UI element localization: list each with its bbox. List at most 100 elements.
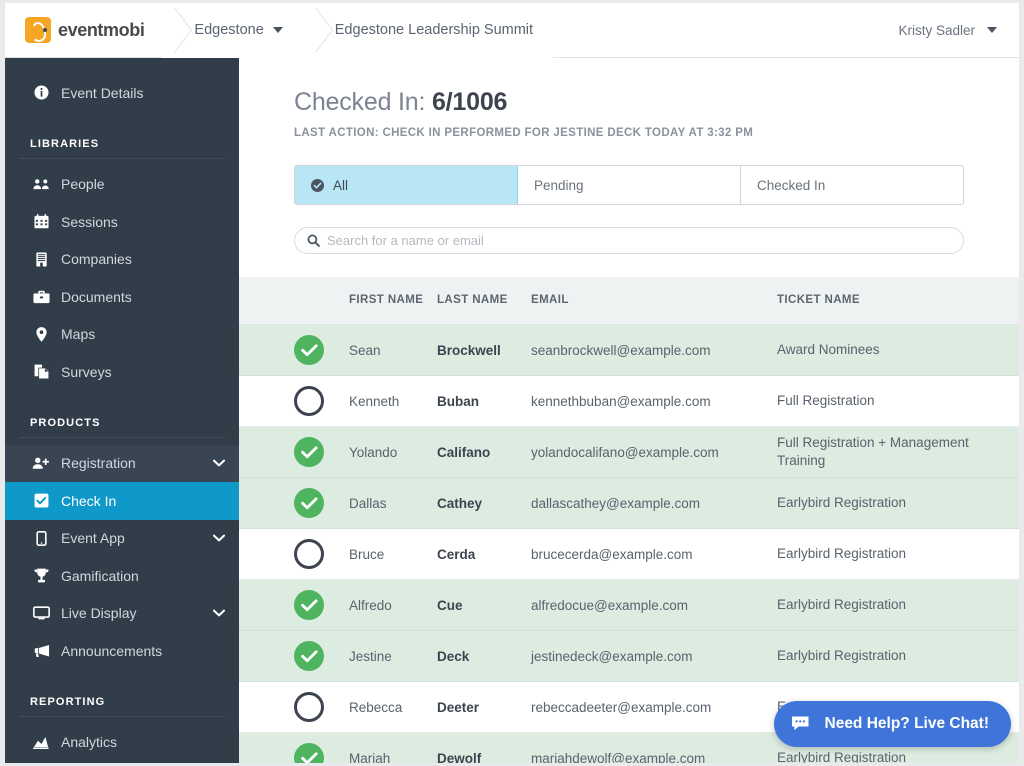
chevron-down-icon [272, 27, 283, 33]
tab-all-label: All [333, 177, 349, 193]
live-chat-label: Need Help? Live Chat! [824, 715, 990, 732]
table-row[interactable]: Kenneth Buban kennethbuban@example.com Full… [239, 376, 1019, 427]
cell-email: rebeccadeeter@example.com [531, 699, 712, 715]
status-checked-in-icon[interactable] [239, 488, 349, 518]
sidebar-item-label: Check In [61, 492, 117, 509]
sidebar-item-label: Sessions [61, 213, 118, 230]
chevron-down-icon[interactable] [213, 609, 225, 617]
sidebar-section-reporting-heading: REPORTING [30, 695, 106, 708]
sidebar-item-label: Analytics [61, 734, 118, 751]
cell-first-name: Kenneth [349, 393, 400, 409]
cell-last-name: Deck [437, 648, 470, 664]
table-row[interactable]: Jestine Deck jestinedeck@example.com Earlyb… [239, 631, 1019, 682]
sidebar-navigation: Event Details LIBRARIES People Sessions [5, 58, 239, 763]
sidebar-item-label: Event App [61, 530, 125, 547]
table-row[interactable]: Sean Brockwell seanbrockwell@example.com Aw… [239, 325, 1019, 376]
cell-last-name: Dewolf [437, 750, 482, 764]
sidebar-item-live-display[interactable]: Live Display [5, 595, 239, 633]
cell-email: kennethbuban@example.com [531, 393, 711, 409]
sidebar-item-companies[interactable]: Companies [5, 241, 239, 279]
status-checked-in-icon[interactable] [239, 437, 349, 467]
chevron-down-icon [987, 27, 997, 33]
sidebar-item-people[interactable]: People [5, 166, 239, 204]
attendee-table: FIRST NAME LAST NAME EMAIL TICKET NAME S… [239, 277, 1019, 763]
cell-email: seanbrockwell@example.com [531, 342, 711, 358]
search-bar[interactable] [294, 227, 964, 254]
sidebar-item-gamification[interactable]: Gamification [5, 557, 239, 595]
breadcrumb-organization[interactable]: Edgestone [162, 3, 303, 58]
table-row[interactable]: Bruce Cerda brucecerda@example.com Earlybir… [239, 529, 1019, 580]
chevron-down-icon[interactable] [213, 459, 225, 467]
page-title-prefix: Checked In: [294, 88, 432, 116]
sidebar-item-label: Companies [61, 251, 132, 268]
table-row[interactable]: Alfredo Cue alfredocue@example.com Earlybir… [239, 580, 1019, 631]
sidebar-item-label: Gamification [61, 567, 139, 584]
cell-ticket-name: Full Registration [777, 392, 875, 408]
cell-ticket-name: Award Nominees [777, 341, 880, 357]
cell-ticket-name: Full Registration + Management Training [777, 434, 969, 468]
map-pin-icon [30, 326, 52, 342]
cell-first-name: Rebecca [349, 699, 403, 715]
sidebar-item-registration[interactable]: Registration [5, 444, 239, 482]
table-row[interactable]: Dallas Cathey dallascathey@example.com Earl… [239, 478, 1019, 529]
status-pending-icon[interactable] [239, 539, 349, 569]
sidebar-item-check-in[interactable]: Check In [5, 482, 239, 520]
status-pending-icon[interactable] [239, 692, 349, 722]
search-icon [307, 234, 320, 247]
briefcase-icon [30, 290, 52, 304]
cell-first-name: Alfredo [349, 597, 392, 613]
last-action-text: LAST ACTION: CHECK IN PERFORMED FOR JEST… [294, 127, 754, 139]
sidebar-item-sessions[interactable]: Sessions [5, 203, 239, 241]
sidebar-divider [19, 157, 225, 159]
info-circle-icon [30, 85, 52, 100]
calendar-icon [30, 214, 52, 229]
status-checked-in-icon[interactable] [239, 590, 349, 620]
eventmobi-logo-icon [25, 17, 51, 43]
live-chat-button[interactable]: Need Help? Live Chat! [773, 701, 1011, 747]
cell-first-name: Jestine [349, 648, 392, 664]
sidebar-item-event-details[interactable]: Event Details [5, 74, 239, 112]
cell-email: jestinedeck@example.com [531, 648, 693, 664]
user-plus-icon [30, 456, 52, 470]
sidebar-item-surveys[interactable]: Surveys [5, 353, 239, 391]
cell-first-name: Bruce [349, 546, 385, 562]
cell-email: yolandocalifano@example.com [531, 444, 719, 460]
monitor-icon [30, 606, 52, 620]
cell-email: brucecerda@example.com [531, 546, 693, 562]
sidebar-item-announcements[interactable]: Announcements [5, 632, 239, 670]
sidebar-item-maps[interactable]: Maps [5, 316, 239, 354]
chart-area-icon [30, 735, 52, 750]
breadcrumb-event-label: Edgestone Leadership Summit [334, 22, 534, 38]
tab-pending[interactable]: Pending [518, 166, 741, 204]
tab-checked-in-label: Checked In [757, 177, 826, 193]
sidebar-item-event-app[interactable]: Event App [5, 520, 239, 558]
sidebar-divider [19, 436, 225, 438]
cell-last-name: Cue [437, 597, 463, 613]
check-circle-icon [311, 178, 324, 192]
status-checked-in-icon[interactable] [239, 335, 349, 365]
cell-last-name: Califano [437, 444, 491, 460]
column-header-ticket-name: TICKET NAME [777, 294, 860, 307]
cell-ticket-name: Earlybird Registration [777, 647, 907, 663]
table-row[interactable]: Yolando Califano yolandocalifano@example.c… [239, 427, 1019, 478]
check-square-icon [30, 493, 52, 508]
sidebar-item-label: People [61, 176, 105, 193]
table-body: Sean Brockwell seanbrockwell@example.com Aw… [239, 325, 1019, 763]
chevron-down-icon[interactable] [213, 534, 225, 542]
eventmobi-logo[interactable]: eventmobi [5, 3, 162, 57]
tab-all[interactable]: All [295, 166, 518, 204]
user-name-label: Kristy Sadler [898, 22, 975, 38]
status-checked-in-icon[interactable] [239, 641, 349, 671]
breadcrumb-event[interactable]: Edgestone Leadership Summit [302, 3, 554, 58]
cell-last-name: Cathey [437, 495, 483, 511]
sidebar-item-documents[interactable]: Documents [5, 278, 239, 316]
user-menu[interactable]: Kristy Sadler [898, 23, 1019, 38]
sidebar-item-analytics[interactable]: Analytics [5, 724, 239, 762]
breadcrumb-organization-label: Edgestone [194, 22, 264, 38]
status-checked-in-icon[interactable] [239, 743, 349, 763]
status-pending-icon[interactable] [239, 386, 349, 416]
tab-checked-in[interactable]: Checked In [741, 166, 963, 204]
cell-last-name: Cerda [437, 546, 476, 562]
cell-email: dallascathey@example.com [531, 495, 701, 511]
search-input[interactable] [327, 233, 951, 248]
